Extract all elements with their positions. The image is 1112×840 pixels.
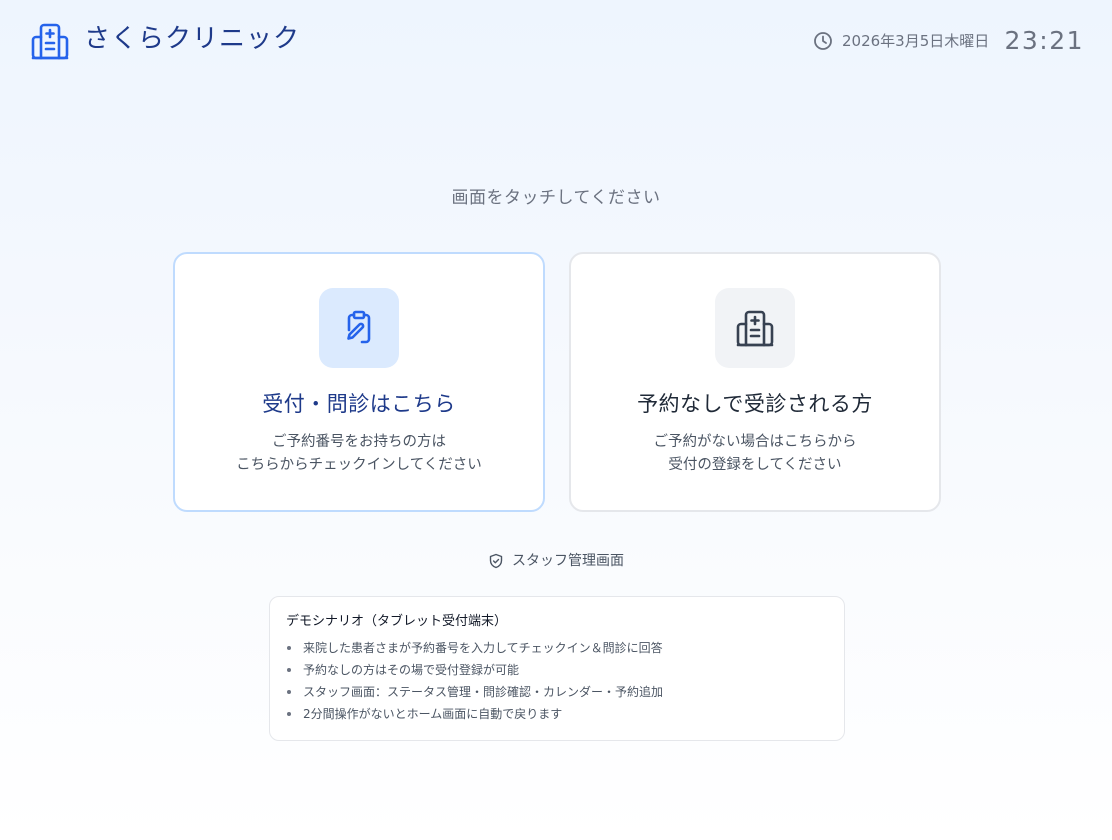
demo-scenario-list: 来院した患者さまが予約番号を入力してチェックイン＆問診に回答 予約なしの方はその… [286,637,828,725]
hospital-building-icon [736,310,774,347]
demo-scenario-title: デモシナリオ（タブレット受付端末） [286,614,508,629]
current-time: 23:21 [1004,26,1084,55]
walkin-icon-box [715,288,795,368]
clock-icon [814,32,832,50]
checkin-icon-box [319,288,399,368]
checkin-card[interactable]: 受付・問診はこちら ご予約番号をお持ちの方は こちらからチェックインしてください [173,252,545,512]
checkin-card-title: 受付・問診はこちら [262,392,456,416]
touch-prompt: 画面をタッチしてください [451,188,661,208]
current-date: 2026年3月5日木曜日 [842,32,990,50]
clinic-name: さくらクリニック [84,24,301,54]
header: さくらクリニック 2026年3月5日木曜日 23:21 [0,0,1112,82]
checkin-card-description: ご予約番号をお持ちの方は こちらからチェックインしてください [175,431,543,477]
demo-scenario-item: スタッフ画面：ステータス管理・問診確認・カレンダー・予約追加 [286,681,828,703]
walkin-desc-line-1: ご予約がない場合はこちらから [653,434,857,450]
demo-scenario-item: 来院した患者さまが予約番号を入力してチェックイン＆問診に回答 [286,637,828,659]
demo-scenario-box: デモシナリオ（タブレット受付端末） 来院した患者さまが予約番号を入力してチェック… [269,596,845,741]
checkin-desc-line-2: こちらからチェックインしてください [236,457,482,473]
hospital-building-icon [31,23,69,60]
staff-link-label: スタッフ管理画面 [512,553,624,569]
checkin-desc-line-1: ご予約番号をお持ちの方は [272,434,446,450]
clipboard-pen-icon [347,310,371,344]
staff-admin-link[interactable]: スタッフ管理画面 [0,551,1112,571]
walkin-card-description: ご予約がない場合はこちらから 受付の登録をしてください [571,431,939,477]
demo-scenario-item: 予約なしの方はその場で受付登録が可能 [286,659,828,681]
walkin-card[interactable]: 予約なしで受診される方 ご予約がない場合はこちらから 受付の登録をしてください [569,252,941,512]
shield-check-icon [489,553,503,569]
demo-scenario-item: 2分間操作がないとホーム画面に自動で戻ります [286,703,828,725]
walkin-card-title: 予約なしで受診される方 [637,392,873,416]
walkin-desc-line-2: 受付の登録をしてください [668,457,842,473]
